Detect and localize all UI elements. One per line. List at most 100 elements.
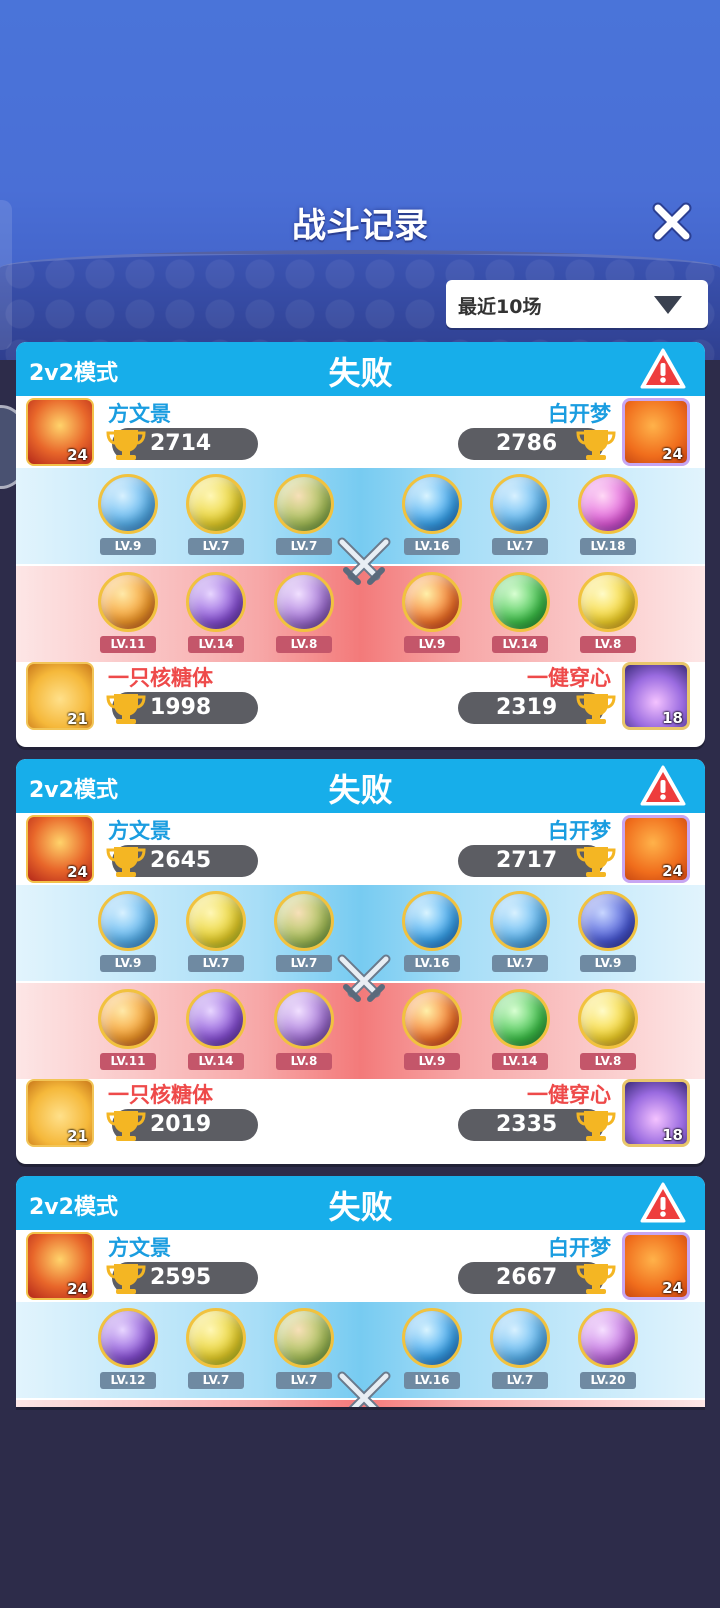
- pet-level: LV.7: [188, 1372, 244, 1389]
- pet-level: LV.16: [404, 1372, 460, 1389]
- pet-slot[interactable]: LV.7: [184, 891, 248, 981]
- avatar[interactable]: 18: [622, 662, 690, 730]
- pet-level: LV.14: [188, 636, 244, 653]
- blue-planet-orb-icon: [578, 891, 638, 951]
- player-name[interactable]: 一只核糖体: [108, 662, 213, 692]
- pet-level: LV.9: [404, 636, 460, 653]
- pet-slot[interactable]: LV.14: [184, 989, 248, 1079]
- green-arrow-orb-icon: [490, 572, 550, 632]
- pet-slot[interactable]: LV.8: [272, 572, 336, 662]
- range-filter-label: 最近10场: [458, 296, 542, 318]
- yellow-creature-orb-icon: [186, 474, 246, 534]
- pet-slot[interactable]: LV.7: [272, 474, 336, 564]
- avatar[interactable]: 24: [622, 398, 690, 466]
- battle-record-card[interactable]: 2v2模式 失败 24 方文景 2645 白开梦 2717 24 LV.9 LV…: [16, 759, 705, 1164]
- pet-slot[interactable]: LV.16: [400, 474, 464, 564]
- pet-slot[interactable]: LV.7: [184, 1308, 248, 1398]
- water-swirl-orb-icon: [402, 474, 462, 534]
- pet-level: LV.7: [492, 538, 548, 555]
- pet-slot[interactable]: LV.8: [576, 989, 640, 1079]
- pet-slot[interactable]: LV.7: [488, 891, 552, 981]
- pet-slot[interactable]: LV.14: [488, 572, 552, 662]
- pet-slot[interactable]: LV.11: [96, 572, 160, 662]
- pet-level: LV.7: [188, 955, 244, 972]
- pet-slot[interactable]: LV.11: [96, 989, 160, 1079]
- trophy-icon: [576, 430, 616, 460]
- report-warning-icon[interactable]: [640, 1181, 686, 1225]
- pet-slot[interactable]: LV.9: [400, 572, 464, 662]
- pet-slot[interactable]: LV.9: [96, 891, 160, 981]
- player-name[interactable]: 白开梦: [548, 1232, 611, 1262]
- avatar[interactable]: 24: [26, 815, 94, 883]
- pet-slot[interactable]: LV.14: [184, 572, 248, 662]
- fire-beast-orb-icon: [98, 572, 158, 632]
- battle-result: 失败: [328, 1188, 393, 1226]
- player-name[interactable]: 方文景: [108, 815, 171, 845]
- pet-level: LV.9: [100, 538, 156, 555]
- range-filter-dropdown[interactable]: 最近10场: [446, 280, 708, 328]
- player-level: 24: [67, 446, 88, 464]
- pet-level: LV.7: [276, 1372, 332, 1389]
- pet-slot[interactable]: LV.8: [272, 989, 336, 1079]
- player-name[interactable]: 一健穿心: [527, 662, 611, 692]
- avatar[interactable]: 21: [26, 662, 94, 730]
- player-name[interactable]: 白开梦: [548, 398, 611, 428]
- trophy-icon: [106, 1264, 146, 1294]
- pet-slot[interactable]: LV.7: [488, 474, 552, 564]
- monkey-orb-icon: [274, 891, 334, 951]
- pet-slot[interactable]: LV.16: [400, 1308, 464, 1398]
- avatar[interactable]: 18: [622, 1079, 690, 1147]
- close-button[interactable]: [650, 200, 694, 244]
- pet-level: LV.16: [404, 955, 460, 972]
- player-name[interactable]: 白开梦: [548, 815, 611, 845]
- sword-orb-icon: [490, 474, 550, 534]
- green-arrow-orb-icon: [490, 989, 550, 1049]
- pet-slot[interactable]: LV.12: [96, 1308, 160, 1398]
- team-top-players: 24 方文景 2595 白开梦 2667 24: [16, 1232, 705, 1302]
- crossed-swords-icon: [337, 1371, 391, 1407]
- pet-level: LV.7: [492, 955, 548, 972]
- player-name[interactable]: 方文景: [108, 1232, 171, 1262]
- pet-slot[interactable]: LV.8: [576, 572, 640, 662]
- avatar[interactable]: 24: [622, 1232, 690, 1300]
- report-warning-icon[interactable]: [640, 764, 686, 808]
- chevron-down-icon: [654, 296, 682, 314]
- avatar[interactable]: 24: [622, 815, 690, 883]
- pet-slot[interactable]: LV.9: [400, 989, 464, 1079]
- pet-level: LV.7: [492, 1372, 548, 1389]
- trophy-icon: [106, 1111, 146, 1141]
- pet-slot[interactable]: LV.7: [184, 474, 248, 564]
- report-warning-icon[interactable]: [640, 347, 686, 391]
- pet-level: LV.7: [276, 538, 332, 555]
- pet-level: LV.16: [404, 538, 460, 555]
- battle-record-card[interactable]: 2v2模式 失败 24 方文景 2714 白开梦 2786 24 LV.9 LV…: [16, 342, 705, 747]
- card-header: 2v2模式 失败: [16, 759, 705, 813]
- purple-leaf-orb-icon: [186, 989, 246, 1049]
- player-level: 18: [662, 1126, 683, 1144]
- pet-level: LV.18: [580, 538, 636, 555]
- pet-slot[interactable]: LV.20: [576, 1308, 640, 1398]
- pet-slot[interactable]: LV.14: [488, 989, 552, 1079]
- pet-slot[interactable]: LV.9: [576, 891, 640, 981]
- pet-slot[interactable]: LV.7: [488, 1308, 552, 1398]
- player-name[interactable]: 一只核糖体: [108, 1079, 213, 1109]
- avatar[interactable]: 24: [26, 1232, 94, 1300]
- avatar[interactable]: 21: [26, 1079, 94, 1147]
- player-level: 21: [67, 1127, 88, 1145]
- pet-level: LV.14: [492, 1053, 548, 1070]
- pet-level: LV.7: [276, 955, 332, 972]
- pet-slot[interactable]: LV.16: [400, 891, 464, 981]
- player-name[interactable]: 方文景: [108, 398, 171, 428]
- player-name[interactable]: 一健穿心: [527, 1079, 611, 1109]
- pet-slot[interactable]: LV.9: [96, 474, 160, 564]
- avatar[interactable]: 24: [26, 398, 94, 466]
- pet-level: LV.8: [580, 1053, 636, 1070]
- battle-record-card[interactable]: 2v2模式 失败 24 方文景 2595 白开梦 2667 24 LV.12 L…: [16, 1176, 705, 1407]
- battle-result: 失败: [328, 771, 393, 809]
- purple-leaf-orb-icon: [186, 572, 246, 632]
- pet-level: LV.7: [188, 538, 244, 555]
- pet-slot[interactable]: LV.7: [272, 891, 336, 981]
- fire-star-orb-icon: [402, 572, 462, 632]
- pet-slot[interactable]: LV.7: [272, 1308, 336, 1398]
- pet-slot[interactable]: LV.18: [576, 474, 640, 564]
